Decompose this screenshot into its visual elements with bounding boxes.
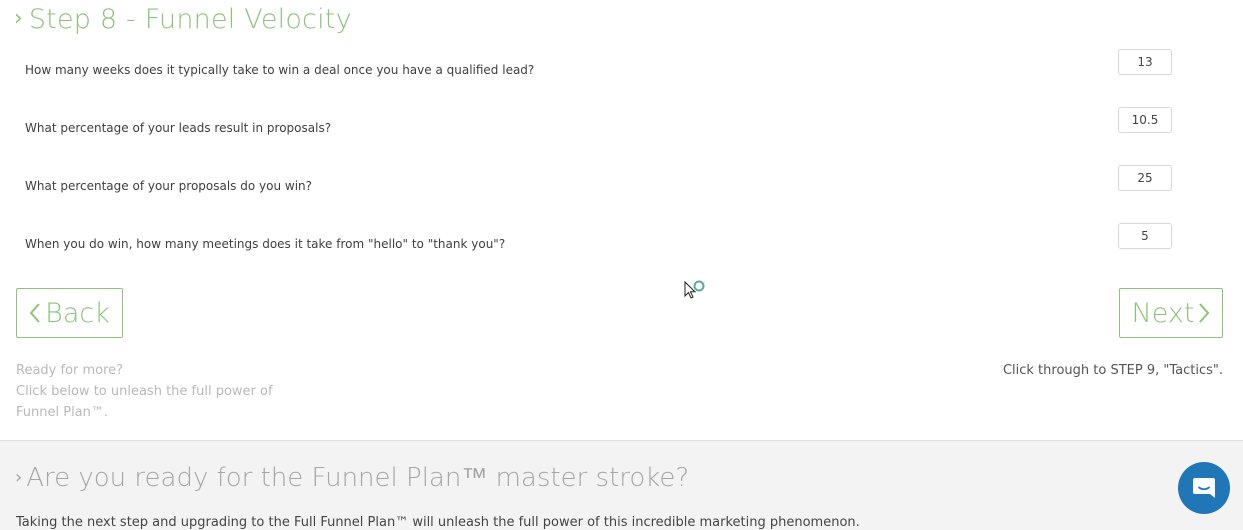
loading-cursor-icon: [684, 280, 705, 299]
question-row-proposals: What percentage of your leads result in …: [25, 107, 1172, 135]
question-label: What percentage of your leads result in …: [25, 121, 332, 135]
upsell-line: Funnel Plan™.: [16, 405, 109, 420]
question-label: How many weeks does it typically take to…: [25, 63, 535, 77]
chevron-right-icon: ›: [14, 6, 23, 31]
question-label: When you do win, how many meetings does …: [25, 237, 506, 251]
next-button[interactable]: Next: [1119, 288, 1223, 338]
chevron-right-icon: [1199, 303, 1210, 323]
next-label: Next: [1131, 297, 1195, 329]
question-row-meetings: When you do win, how many meetings does …: [25, 223, 1172, 251]
chat-bubble-icon: [1193, 478, 1215, 498]
back-label: Back: [45, 297, 110, 329]
upsell-line: Ready for more?: [16, 363, 124, 378]
weeks-to-win-input[interactable]: [1118, 49, 1172, 75]
upsell-line: Click below to unleash the full power of: [16, 384, 273, 399]
upsell-text: Ready for more? Click below to unleash t…: [16, 360, 296, 423]
master-stroke-description: Taking the next step and upgrading to th…: [16, 515, 860, 530]
section-title: › Are you ready for the Funnel Plan™ mas…: [15, 462, 689, 493]
page-title: Step 8 - Funnel Velocity: [28, 3, 352, 35]
meetings-count-input[interactable]: [1118, 223, 1172, 249]
question-row-win-rate: What percentage of your proposals do you…: [25, 165, 1172, 193]
question-label: What percentage of your proposals do you…: [25, 179, 313, 193]
chevron-right-icon: ›: [15, 467, 23, 488]
master-stroke-section: › Are you ready for the Funnel Plan™ mas…: [0, 440, 1243, 530]
proposal-win-rate-input[interactable]: [1118, 165, 1172, 191]
next-step-note: Click through to STEP 9, "Tactics".: [1002, 363, 1223, 378]
step-header: › Step 8 - Funnel Velocity: [14, 2, 352, 36]
master-stroke-heading: Are you ready for the Funnel Plan™ maste…: [26, 463, 690, 493]
leads-to-proposals-input[interactable]: [1118, 107, 1172, 133]
chevron-left-icon: [29, 303, 40, 323]
chat-launcher-button[interactable]: [1178, 462, 1230, 514]
question-row-weeks: How many weeks does it typically take to…: [25, 49, 1172, 77]
back-button[interactable]: Back: [16, 288, 123, 338]
